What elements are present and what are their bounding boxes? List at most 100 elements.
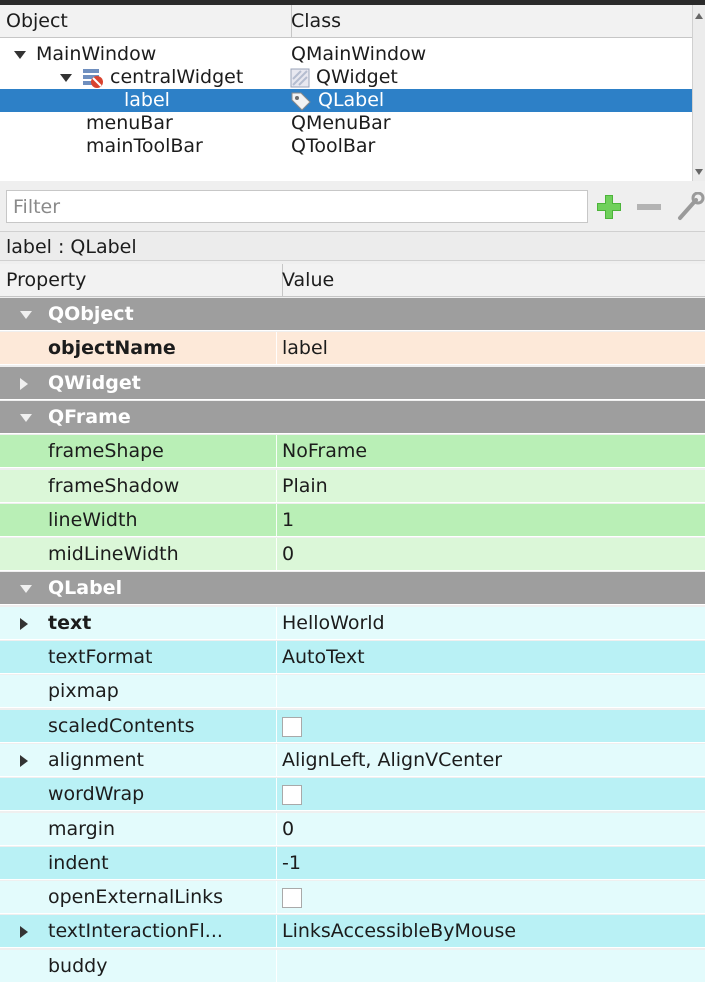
property-row-objectname[interactable]: objectName label [0,332,705,365]
property-value[interactable]: 0 [282,813,294,846]
column-divider [276,538,277,571]
column-divider [276,778,277,811]
column-divider [276,813,277,846]
property-row-midlinewidth[interactable]: midLineWidth 0 [0,538,705,571]
scroll-up-icon[interactable] [695,13,703,19]
property-value[interactable]: NoFrame [282,435,367,468]
property-row-frameshadow[interactable]: frameShadow Plain [0,470,705,503]
collapse-arrow-icon[interactable] [60,66,72,89]
inspector-scrollbar[interactable] [692,5,705,181]
property-name: wordWrap [48,783,145,805]
tree-class-name: QLabel [318,89,385,111]
expand-arrow-icon[interactable] [20,607,28,640]
tree-row-mainwindow[interactable]: MainWindow QMainWindow [0,43,692,66]
tree-class-name: QMainWindow [291,43,427,65]
collapse-arrow-icon[interactable] [14,43,26,66]
property-row-wordwrap[interactable]: wordWrap [0,778,705,811]
tree-class-name: QMenuBar [291,112,391,134]
property-value[interactable]: -1 [282,847,301,880]
tree-row-centralwidget[interactable]: centralWidget QWidget [0,66,692,89]
property-value[interactable]: label [282,332,328,365]
property-row-pixmap[interactable]: pixmap [0,675,705,708]
property-row-indent[interactable]: indent -1 [0,847,705,880]
expand-arrow-icon[interactable] [20,915,28,948]
column-divider [276,744,277,777]
tree-class-name: QWidget [316,66,398,88]
property-value[interactable]: 1 [282,504,294,537]
expand-arrow-icon[interactable] [20,367,28,400]
object-column-header[interactable]: Object [0,5,292,38]
remove-property-button[interactable] [634,192,664,222]
property-checkbox-cell[interactable] [282,710,302,743]
column-divider [276,950,277,983]
class-column-header[interactable]: Class [285,5,698,38]
property-checkbox-cell[interactable] [282,778,302,811]
minus-icon [637,204,661,210]
tree-row-label[interactable]: label QLabel [0,89,692,112]
property-value[interactable]: HelloWorld [282,607,385,640]
property-row-alignment[interactable]: alignment AlignLeft, AlignVCenter [0,744,705,777]
property-name: objectName [48,337,176,359]
filter-bar [0,187,705,229]
filter-input[interactable] [6,190,588,223]
layout-broken-icon [82,68,104,91]
property-name: pixmap [48,680,119,702]
scroll-down-icon[interactable] [695,169,703,175]
tree-row-menubar[interactable]: menuBar QMenuBar [0,112,692,135]
collapse-arrow-icon[interactable] [20,572,32,605]
tree-object-name: mainToolBar [86,135,203,157]
property-row-textformat[interactable]: textFormat AutoText [0,641,705,674]
property-value[interactable]: AlignLeft, AlignVCenter [282,744,502,777]
property-value[interactable]: LinksAccessibleByMouse [282,915,516,948]
column-divider [276,915,277,948]
add-property-button[interactable] [594,192,624,222]
collapse-arrow-icon[interactable] [20,298,32,331]
property-name: openExternalLinks [48,886,224,908]
property-name: frameShadow [48,475,180,497]
property-row-linewidth[interactable]: lineWidth 1 [0,504,705,537]
tree-object-name: menuBar [86,112,173,134]
object-inspector-header: Object Class [0,5,692,38]
property-column-header[interactable]: Property [0,264,283,297]
property-group-qwidget[interactable]: QWidget [0,367,705,400]
property-group-qlabel[interactable]: QLabel [0,572,705,605]
column-divider [276,504,277,537]
wrench-icon [678,191,705,220]
column-divider [276,641,277,674]
property-row-textinteractionfl[interactable]: textInteractionFl... LinksAccessibleByMou… [0,915,705,948]
column-divider [276,847,277,880]
checkbox[interactable] [282,784,302,805]
property-name: margin [48,818,116,840]
tree-object-name: centralWidget [110,66,244,88]
property-group-qframe[interactable]: QFrame [0,401,705,434]
property-group-name: QObject [48,303,134,325]
property-group-qobject[interactable]: QObject [0,298,705,331]
column-divider [276,675,277,708]
label-tag-icon [290,91,312,114]
property-row-margin[interactable]: margin 0 [0,813,705,846]
property-name: lineWidth [48,509,138,531]
property-row-scaledcontents[interactable]: scaledContents [0,710,705,743]
property-value[interactable]: 0 [282,538,294,571]
column-divider [276,435,277,468]
property-name: indent [48,852,109,874]
column-divider [276,881,277,914]
property-row-frameshape[interactable]: frameShape NoFrame [0,435,705,468]
column-divider [276,710,277,743]
value-column-header[interactable]: Value [276,264,705,297]
property-name: text [48,612,92,634]
expand-arrow-icon[interactable] [20,744,28,777]
tree-object-name: label [124,89,170,111]
property-row-openexternallinks[interactable]: openExternalLinks [0,881,705,914]
property-value[interactable]: AutoText [282,641,365,674]
property-name: midLineWidth [48,543,179,565]
property-row-text[interactable]: text HelloWorld [0,607,705,640]
property-checkbox-cell[interactable] [282,881,302,914]
property-row-buddy[interactable]: buddy [0,950,705,983]
property-value[interactable]: Plain [282,470,328,503]
checkbox[interactable] [282,887,302,908]
checkbox[interactable] [282,716,302,737]
collapse-arrow-icon[interactable] [20,401,32,434]
configure-button[interactable] [672,191,705,222]
tree-row-maintoolbar[interactable]: mainToolBar QToolBar [0,135,692,158]
